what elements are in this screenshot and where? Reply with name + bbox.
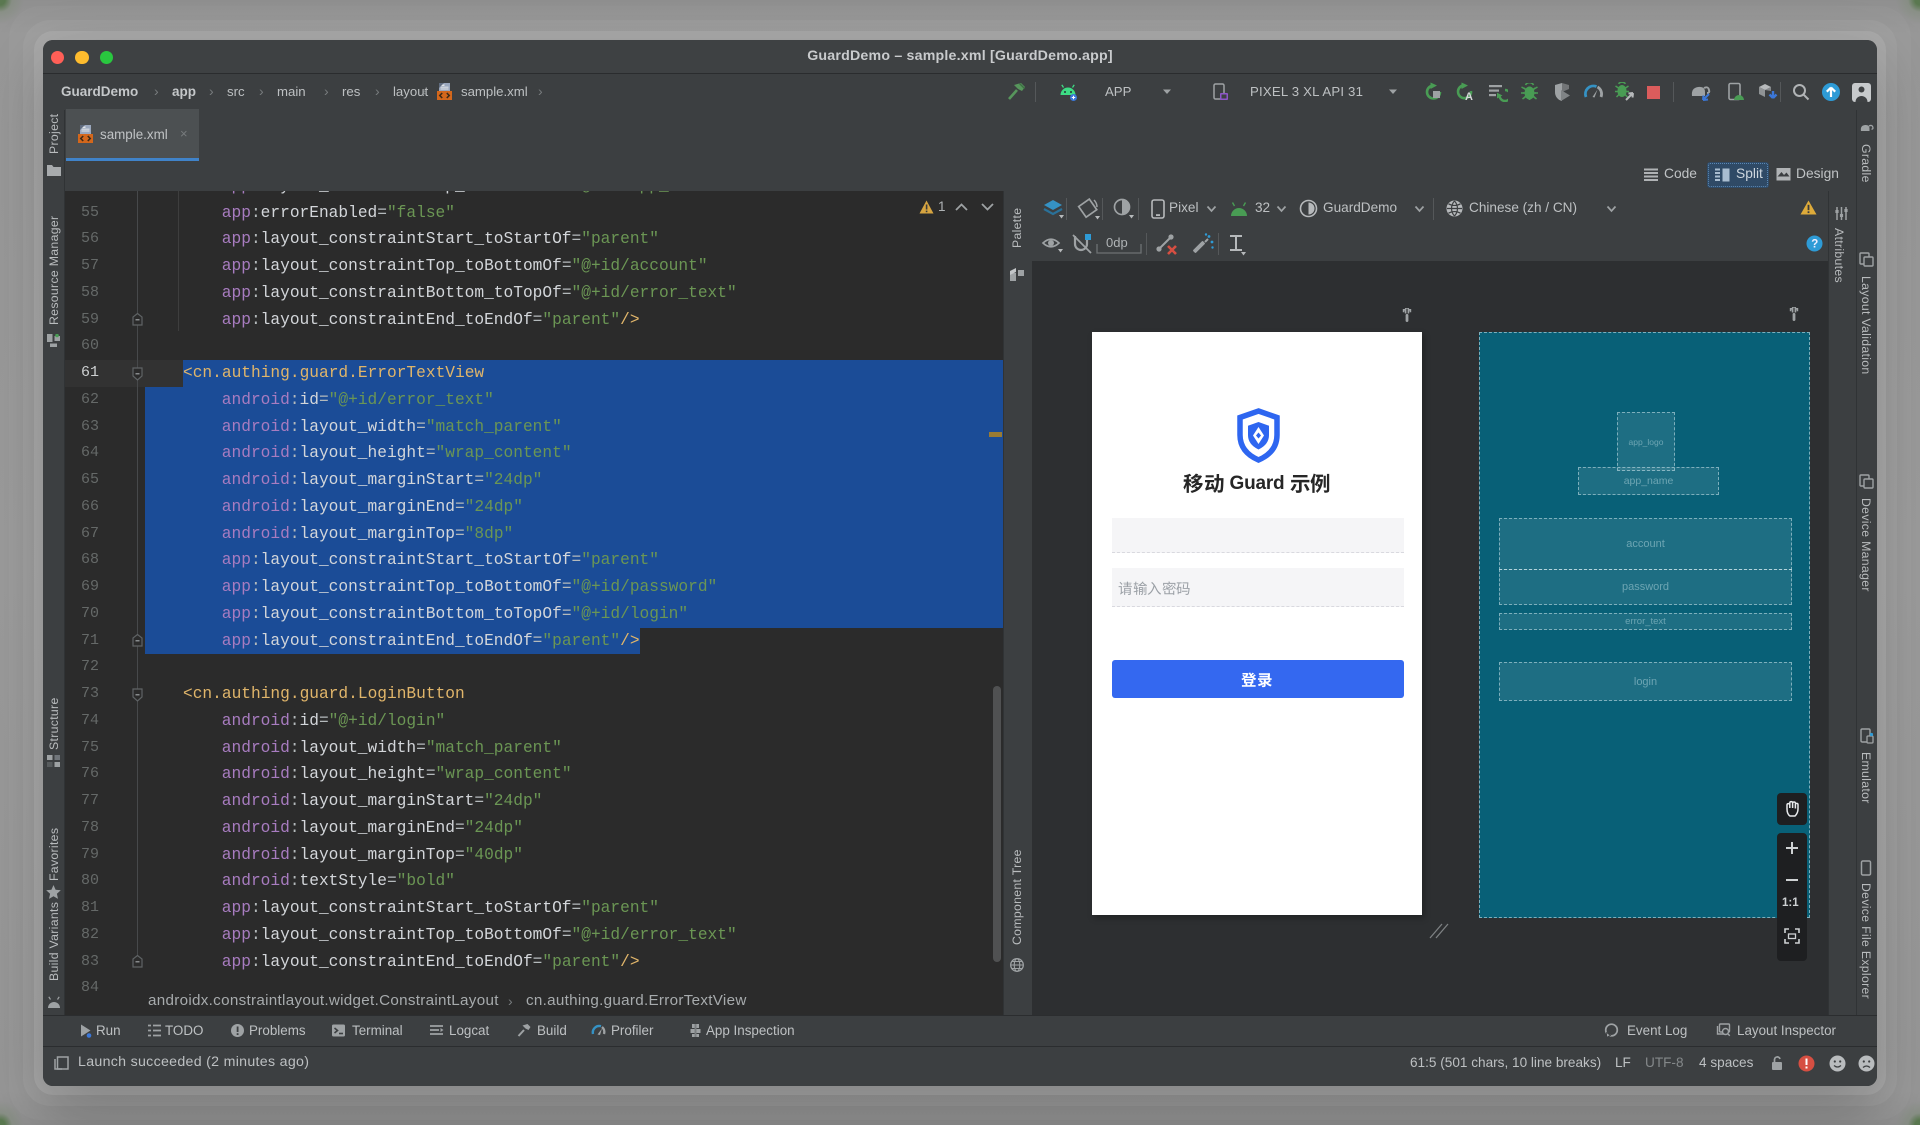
- svg-text:A: A: [1465, 91, 1473, 102]
- svg-text:?: ?: [1811, 239, 1818, 251]
